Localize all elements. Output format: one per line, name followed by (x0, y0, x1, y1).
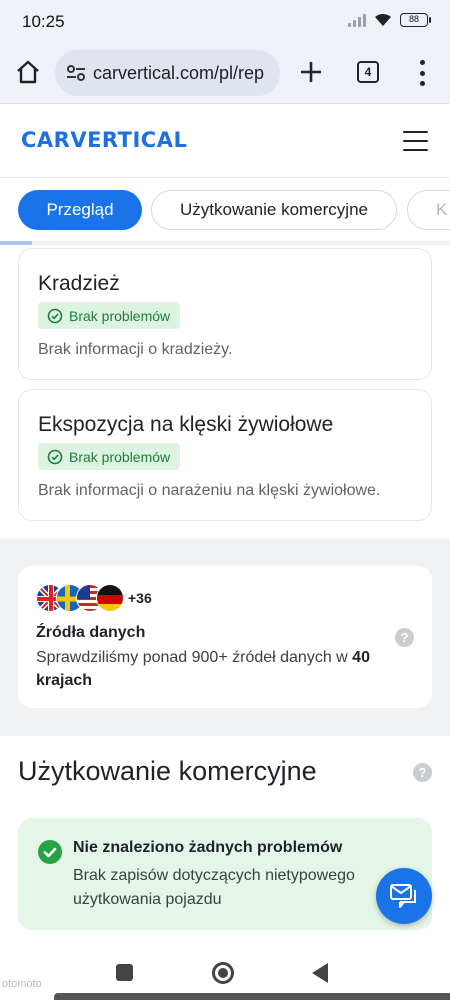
data-sources-text: Sprawdziliśmy ponad 900+ źródeł danych w (36, 649, 353, 666)
card-title: Kradzież (38, 272, 120, 295)
signal-icon (348, 13, 366, 27)
battery-icon: 88 (400, 13, 431, 27)
card-title: Ekspozycja na klęski żywiołowe (38, 413, 334, 436)
chat-button[interactable] (376, 868, 432, 924)
browser-menu-icon[interactable] (412, 60, 432, 86)
hamburger-menu-icon[interactable] (403, 131, 428, 151)
site-settings-icon[interactable] (65, 62, 87, 84)
natural-disaster-card: Ekspozycja na klęski żywiołowe Brak prob… (18, 389, 432, 521)
data-sources-description: Sprawdziliśmy ponad 900+ źródeł danych w… (36, 646, 376, 692)
commercial-use-status-card: Nie znaleziono żadnych problemów Brak za… (18, 818, 432, 930)
home-button-icon[interactable] (212, 962, 234, 984)
status-description: Brak zapisów dotyczących nietypowego uży… (73, 867, 355, 908)
address-bar[interactable]: carvertical.com/pl/rep (55, 50, 280, 96)
status-time: 10:25 (22, 12, 65, 31)
home-indicator (54, 993, 450, 1000)
status-badge: Brak problemów (38, 443, 181, 470)
extra-countries-count: +36 (128, 590, 152, 606)
watermark: otomoto (2, 978, 42, 990)
home-icon[interactable] (14, 58, 42, 86)
system-navigation-bar (0, 944, 450, 1000)
scroll-progress-fill (0, 241, 32, 245)
site-header: CARVERTICAL (0, 104, 450, 178)
section-tabs: Przegląd Użytkowanie komercyjne K (0, 178, 450, 242)
check-circle-icon (47, 449, 63, 464)
check-circle-icon (47, 308, 63, 323)
data-sources-title: Źródła danych (36, 624, 146, 641)
wifi-icon (375, 13, 391, 26)
scroll-progress (0, 241, 450, 245)
tab-overview[interactable]: Przegląd (18, 190, 142, 230)
back-icon[interactable] (312, 963, 328, 983)
browser-toolbar: carvertical.com/pl/rep (0, 44, 450, 104)
tab-switcher-button[interactable]: 4 (357, 61, 379, 83)
recent-apps-icon[interactable] (116, 964, 133, 981)
status-bar: 10:25 88 (0, 0, 450, 44)
status-badge: Brak problemów (38, 302, 181, 329)
check-circle-icon (38, 840, 62, 864)
theft-card: Kradzież Brak problemów Brak informacji … (18, 248, 432, 380)
url-text: carvertical.com/pl/rep (93, 62, 265, 83)
germany-flag-icon (96, 584, 124, 612)
new-tab-icon[interactable] (297, 58, 325, 86)
tab-next[interactable]: K (407, 190, 450, 230)
badge-label: Brak problemów (69, 307, 171, 324)
help-icon[interactable]: ? (413, 763, 432, 782)
tab-commercial-use[interactable]: Użytkowanie komercyjne (151, 190, 397, 230)
help-icon[interactable]: ? (395, 628, 414, 647)
badge-label: Brak problemów (69, 448, 171, 465)
status-icons: 88 (348, 13, 431, 27)
carvertical-logo[interactable]: CARVERTICAL (21, 128, 187, 152)
card-description: Brak informacji o kradzieży. (38, 341, 233, 358)
status-title: Nie znaleziono żadnych problemów (73, 839, 343, 856)
data-sources-card: +36 Źródła danych Sprawdziliśmy ponad 90… (18, 566, 432, 708)
card-description: Brak informacji o narażeniu na klęski ży… (38, 482, 381, 499)
chat-icon (390, 884, 416, 908)
country-flags (36, 584, 126, 612)
section-title: Użytkowanie komercyjne (18, 756, 317, 786)
